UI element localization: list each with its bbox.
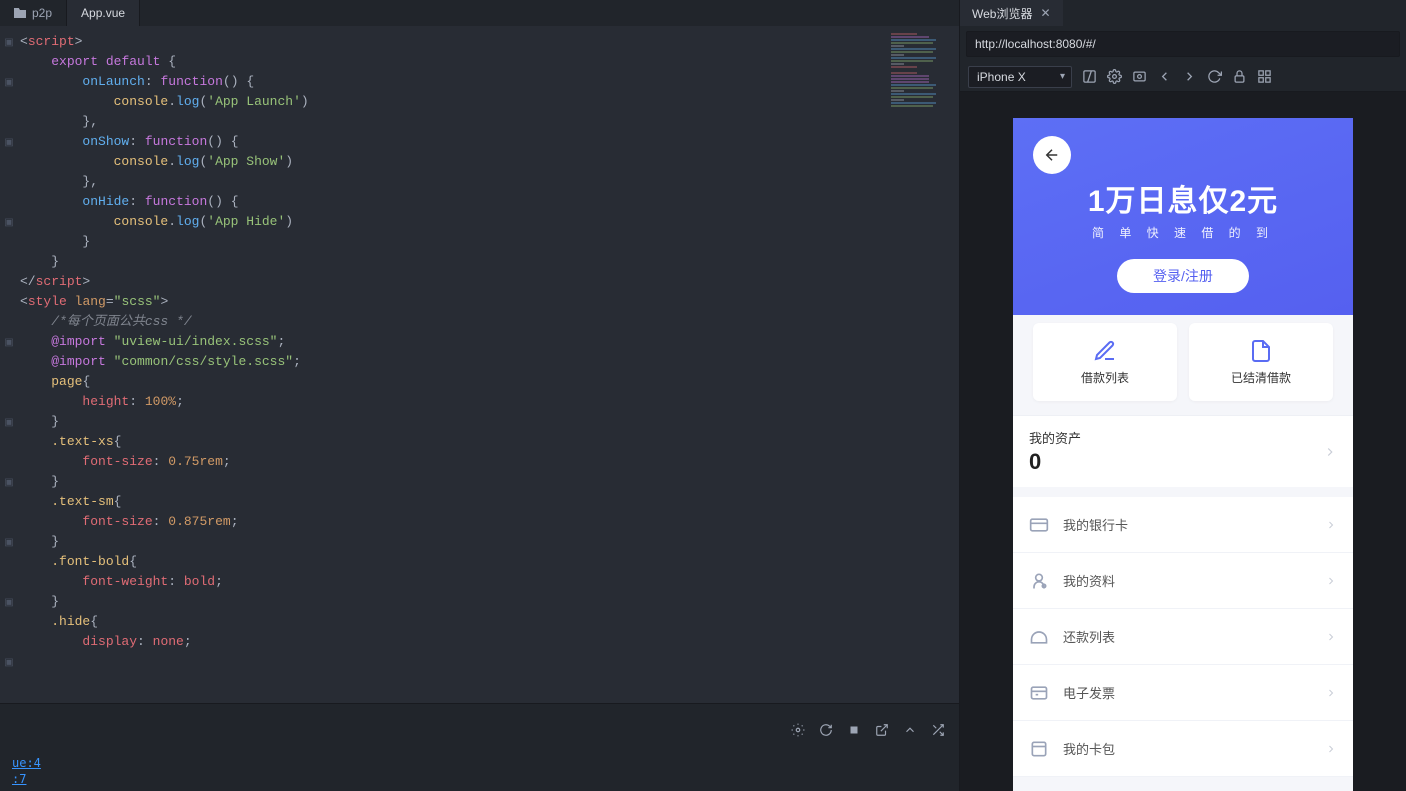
editor-tabs: p2p App.vue	[0, 0, 959, 26]
mobile-preview[interactable]: 1万日息仅2元 简 单 快 速 借 的 到 登录/注册 借款列表 已结清借款	[1013, 118, 1353, 791]
file-icon	[1249, 339, 1273, 363]
editor-footer	[0, 703, 959, 755]
menu-item-label: 我的资料	[1063, 571, 1311, 590]
reload-icon[interactable]	[1207, 69, 1222, 84]
device-select[interactable]: iPhone X	[968, 66, 1072, 88]
hero-title: 1万日息仅2元	[1033, 176, 1333, 220]
browser-tab-label: Web浏览器	[972, 5, 1032, 22]
menu-item-icon	[1029, 683, 1049, 703]
close-icon[interactable]: ✕	[1040, 6, 1050, 20]
chevron-right-icon	[1323, 445, 1337, 459]
asset-value: 0	[1029, 449, 1081, 475]
cards-row: 借款列表 已结清借款	[1013, 309, 1353, 415]
grid-icon[interactable]	[1257, 69, 1272, 84]
menu-item-label: 我的卡包	[1063, 739, 1311, 758]
shuffle-icon[interactable]	[931, 723, 945, 737]
status-line-1[interactable]: ue:4	[6, 755, 953, 771]
asset-row[interactable]: 我的资产 0	[1013, 415, 1353, 487]
browser-pane: Web浏览器 ✕ iPhone X	[959, 0, 1406, 791]
login-button[interactable]: 登录/注册	[1117, 259, 1249, 293]
menu-item-icon	[1029, 739, 1049, 759]
list-item[interactable]: 我的银行卡	[1013, 497, 1353, 553]
edit-icon	[1093, 339, 1117, 363]
inspect-icon[interactable]	[1082, 69, 1097, 84]
menu-item-icon	[1029, 571, 1049, 591]
menu-item-icon	[1029, 515, 1049, 535]
editor-pane: p2p App.vue ▣▣▣▣▣▣▣▣▣▣ <script> export d…	[0, 0, 959, 791]
folder-icon	[14, 8, 26, 18]
browser-tabs: Web浏览器 ✕	[960, 0, 1406, 26]
list-item[interactable]: 我的资料	[1013, 553, 1353, 609]
preview-area: 1万日息仅2元 简 单 快 速 借 的 到 登录/注册 借款列表 已结清借款	[960, 92, 1406, 791]
chevron-right-icon	[1325, 687, 1337, 699]
chevron-right-icon	[1325, 743, 1337, 755]
card-loan-list[interactable]: 借款列表	[1033, 323, 1177, 401]
card-label: 已结清借款	[1231, 369, 1291, 386]
menu-item-label: 电子发票	[1063, 683, 1311, 702]
url-input[interactable]	[966, 31, 1400, 57]
preview-back-button[interactable]	[1033, 136, 1071, 174]
back-icon[interactable]	[1157, 69, 1172, 84]
preview-header: 1万日息仅2元 简 单 快 速 借 的 到 登录/注册	[1013, 118, 1353, 315]
stop-icon[interactable]	[847, 723, 861, 737]
tab-file-label: App.vue	[81, 6, 125, 20]
card-settled[interactable]: 已结清借款	[1189, 323, 1333, 401]
list-item[interactable]: 电子发票	[1013, 665, 1353, 721]
list-item[interactable]: 我的卡包	[1013, 721, 1353, 777]
chevron-right-icon	[1325, 519, 1337, 531]
menu-list: 我的银行卡我的资料还款列表电子发票我的卡包	[1013, 497, 1353, 777]
chevron-right-icon	[1325, 575, 1337, 587]
menu-item-label: 还款列表	[1063, 627, 1311, 646]
hero-subtitle: 简 单 快 速 借 的 到	[1033, 224, 1333, 241]
gear-icon[interactable]	[1107, 69, 1122, 84]
tab-folder[interactable]: p2p	[0, 0, 67, 26]
tab-folder-label: p2p	[32, 6, 52, 20]
card-label: 借款列表	[1081, 369, 1129, 386]
asset-label: 我的资产	[1029, 428, 1081, 447]
menu-item-icon	[1029, 627, 1049, 647]
editor-body[interactable]: ▣▣▣▣▣▣▣▣▣▣ <script> export default { onL…	[0, 26, 959, 703]
status-bar: ue:4 :7	[0, 755, 959, 791]
status-line-2[interactable]: :7	[6, 771, 953, 787]
restart-icon[interactable]	[819, 723, 833, 737]
gutter: ▣▣▣▣▣▣▣▣▣▣	[0, 26, 18, 703]
menu-item-label: 我的银行卡	[1063, 515, 1311, 534]
lock-icon[interactable]	[1232, 69, 1247, 84]
chevron-up-icon[interactable]	[903, 723, 917, 737]
list-item[interactable]: 还款列表	[1013, 609, 1353, 665]
code-content[interactable]: <script> export default { onLaunch: func…	[18, 26, 959, 703]
device-select-label: iPhone X	[977, 70, 1026, 84]
arrow-left-icon	[1043, 146, 1061, 164]
browser-toolbar: iPhone X	[960, 62, 1406, 92]
bug-icon[interactable]	[791, 723, 805, 737]
external-icon[interactable]	[875, 723, 889, 737]
browser-tab[interactable]: Web浏览器 ✕	[960, 0, 1063, 26]
chevron-right-icon	[1325, 631, 1337, 643]
login-button-label: 登录/注册	[1153, 266, 1213, 286]
forward-icon[interactable]	[1182, 69, 1197, 84]
screenshot-icon[interactable]	[1132, 69, 1147, 84]
tab-file-active[interactable]: App.vue	[67, 0, 140, 26]
